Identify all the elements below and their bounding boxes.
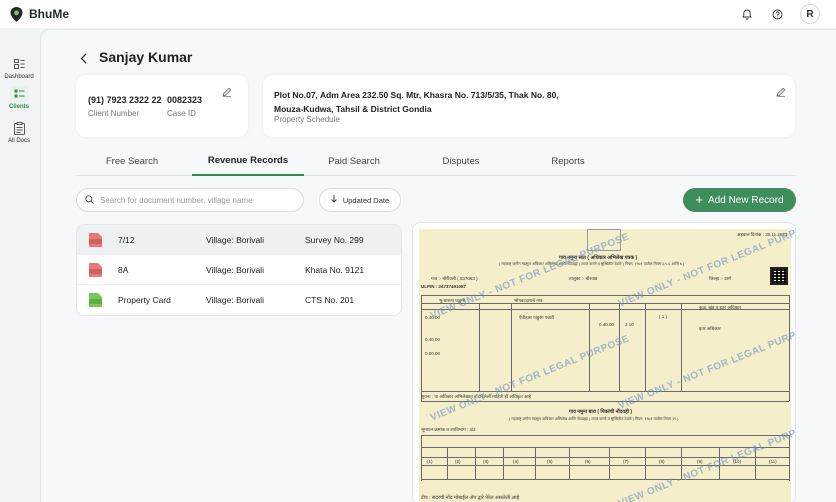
record-row[interactable]: 7/12 Village: Borivali Survey No. 299 <box>77 225 401 255</box>
document-image: अहवाल दिनांक : 30.11.2023 गाव नमुना सात … <box>419 223 795 502</box>
tab-paid-search[interactable]: Paid Search <box>298 146 410 176</box>
sidebar-item-clients[interactable]: Clients <box>0 86 38 110</box>
doc-text: (2) <box>455 459 461 464</box>
file-712-icon <box>89 233 102 247</box>
qr-code-icon <box>770 267 788 285</box>
record-number: CTS No. 201 <box>305 295 355 305</box>
document-preview[interactable]: अहवाल दिनांक : 30.11.2023 गाव नमुना सात … <box>412 222 796 502</box>
doc-text: (1) <box>427 459 433 464</box>
doc-text: (7) <box>623 459 629 464</box>
edit-client-icon[interactable] <box>222 84 232 97</box>
property-address: Plot No.07, Adm Area 232.50 Sq. Mtr, Kha… <box>274 88 604 116</box>
sort-updated-date-button[interactable]: Updated Date <box>319 188 401 212</box>
record-village: Village: Borivali <box>206 264 264 275</box>
case-id: 0082323 <box>167 95 203 105</box>
record-name: 7/12 <box>118 234 135 245</box>
doc-text: (8) <box>659 459 665 464</box>
search-input[interactable] <box>100 195 290 205</box>
sort-label: Updated Date <box>342 195 390 205</box>
app-logo[interactable]: BhuMe <box>10 6 69 22</box>
doc-text: (11) <box>769 459 777 464</box>
user-avatar[interactable]: R <box>800 4 820 24</box>
page-title: Sanjay Kumar <box>99 49 193 65</box>
doc-text: 0.40.00 <box>425 337 441 342</box>
add-record-label: Add New Record <box>708 194 784 206</box>
doc-text: इतर अधिकार <box>699 326 721 331</box>
app-name: BhuMe <box>29 7 69 21</box>
doc-subtitle-1: ( महाराष्ट्र जमीन महसूल अधिकार अभिलेख आण… <box>499 262 685 266</box>
doc-text: ऐतीहास पांडुरंग पवारी <box>519 315 555 320</box>
doc-text: (9) <box>697 459 703 464</box>
sidebar-item-label: All Docs <box>7 138 30 144</box>
case-id-label: Case ID <box>167 109 196 118</box>
tab-free-search[interactable]: Free Search <box>76 146 188 176</box>
bell-icon[interactable] <box>740 7 754 21</box>
arrow-down-icon <box>331 195 337 205</box>
doc-village: गाव :- बोरीवली ( 537063 ) <box>431 276 478 281</box>
add-new-record-button[interactable]: + Add New Record <box>683 188 796 212</box>
doc-ulpin: ULPIN : 24737491087 <box>421 284 467 289</box>
doc-text: 2.10 <box>625 322 634 327</box>
doc-survey: भूमापन क्रमांक व उपविभाग : 4/2 <box>421 427 476 432</box>
file-pc-icon <box>89 293 102 307</box>
search-icon <box>85 191 94 209</box>
docs-icon <box>10 120 28 136</box>
doc-subtitle-2: ( महाराष्ट्र जमीन महसूल अधिकार अभिलेख आण… <box>509 417 679 421</box>
doc-watermark: VIEW ONLY - NOT FOR LEGAL PURPOSE <box>616 321 796 412</box>
property-schedule-card: Plot No.07, Adm Area 232.50 Sq. Mtr, Kha… <box>263 75 795 137</box>
client-phone: (91) 7923 2322 22 <box>88 95 162 105</box>
sidebar-item-all-docs[interactable]: All Docs <box>0 120 38 144</box>
sidebar-item-label: Dashboard <box>4 74 34 80</box>
plus-icon: + <box>695 192 703 207</box>
doc-text: (5) <box>547 459 553 464</box>
edit-property-icon[interactable] <box>776 84 786 97</box>
doc-text: 0.40.00 <box>599 322 615 327</box>
property-address-line-2: Mouza-Kudwa, Tahsil & District Gondia <box>274 104 432 114</box>
client-info-card: (91) 7923 2322 22 Client Number 0082323 … <box>76 75 248 137</box>
help-icon[interactable] <box>770 7 784 21</box>
sidebar-item-label: Clients <box>8 104 29 110</box>
record-name: 8A <box>118 264 129 275</box>
search-box[interactable] <box>76 188 304 212</box>
doc-district: जिल्हा :- ठाणे <box>709 276 732 281</box>
logo-pin-icon <box>10 6 23 22</box>
record-tabs: Free Search Revenue Records Paid Search … <box>76 146 796 176</box>
dashboard-icon <box>10 56 28 72</box>
doc-text: भोगवटदाराचे नाव <box>514 298 543 303</box>
tab-disputes[interactable]: Disputes <box>405 146 517 176</box>
doc-text: (3) <box>483 459 489 464</box>
sidebar-item-dashboard[interactable]: Dashboard <box>0 56 38 80</box>
doc-text: ( 1 ) <box>659 314 668 319</box>
doc-text: (6) <box>585 459 591 464</box>
record-number: Survey No. 299 <box>305 234 364 245</box>
records-list: 7/12 Village: Borivali Survey No. 299 8A… <box>76 224 402 316</box>
record-village: Village: Borivali <box>206 234 264 245</box>
record-number: Khata No. 9121 <box>305 264 365 275</box>
file-8a-icon <box>89 263 102 277</box>
doc-note: टीप : सदरची नोंद मोबाईल ॲप द्वारे पेरेल … <box>421 495 520 501</box>
sidebar: Dashboard Clients All Docs <box>0 28 38 502</box>
doc-text: (4) <box>513 459 519 464</box>
client-phone-label: Client Number <box>88 109 140 118</box>
doc-text: कुळ, खंड व इतर अधिकार <box>699 305 742 310</box>
top-bar: BhuMe R <box>0 0 836 28</box>
record-name: Property Card <box>118 295 171 305</box>
clients-icon <box>10 86 28 102</box>
doc-text: 0.00.00 <box>425 351 441 356</box>
tab-revenue-records[interactable]: Revenue Records <box>192 146 304 176</box>
record-row[interactable]: Property Card Village: Borivali CTS No. … <box>77 285 401 315</box>
property-address-line-1: Plot No.07, Adm Area 232.50 Sq. Mtr, Kha… <box>274 90 559 100</box>
record-village: Village: Borivali <box>206 295 264 305</box>
property-schedule-label: Property Schedule <box>274 115 340 124</box>
back-arrow-icon[interactable] <box>80 52 88 67</box>
tab-reports[interactable]: Reports <box>512 146 624 176</box>
record-row[interactable]: 8A Village: Borivali Khata No. 9121 <box>77 255 401 285</box>
doc-taluka: तालुका :- बोरवाड <box>569 276 598 281</box>
